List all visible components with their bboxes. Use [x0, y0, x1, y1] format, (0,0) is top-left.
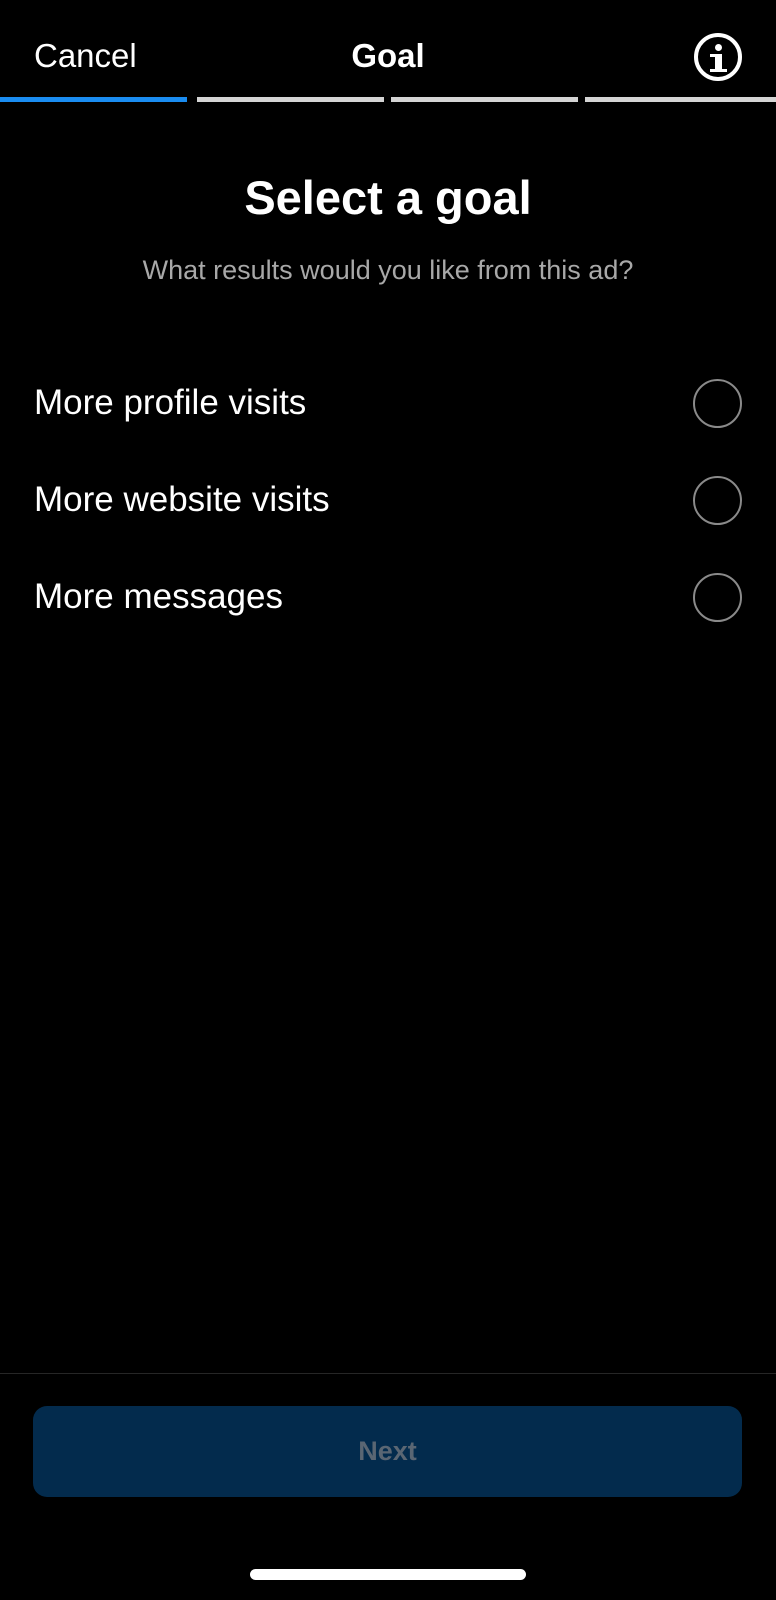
radio-button[interactable]: [693, 573, 742, 622]
header-bar: Cancel Goal: [0, 0, 776, 100]
next-button[interactable]: Next: [33, 1406, 742, 1497]
goal-option-label: More profile visits: [34, 383, 307, 422]
goal-option-label: More messages: [34, 577, 283, 616]
section-heading: Select a goal: [244, 171, 532, 224]
page-title: Goal: [351, 37, 425, 74]
home-indicator: [250, 1569, 526, 1580]
progress-segment-3: [391, 97, 578, 102]
progress-segment-4: [585, 97, 776, 102]
radio-button[interactable]: [693, 476, 742, 525]
info-icon-dot: [715, 44, 722, 51]
step-progress-bar: [0, 97, 776, 102]
footer-divider: [0, 1373, 776, 1374]
radio-button[interactable]: [693, 379, 742, 428]
goal-option-messages[interactable]: More messages: [0, 549, 776, 645]
progress-segment-2: [197, 97, 384, 102]
info-icon[interactable]: [694, 33, 742, 81]
info-icon-stem: [710, 54, 727, 72]
next-button-label: Next: [358, 1436, 417, 1466]
goal-option-website-visits[interactable]: More website visits: [0, 452, 776, 548]
goal-option-label: More website visits: [34, 480, 330, 519]
section-subheading: What results would you like from this ad…: [142, 255, 634, 285]
goal-screen: Cancel Goal Select a goal What results w…: [0, 0, 776, 1600]
goal-option-profile-visits[interactable]: More profile visits: [0, 355, 776, 451]
progress-segment-1: [0, 97, 187, 102]
